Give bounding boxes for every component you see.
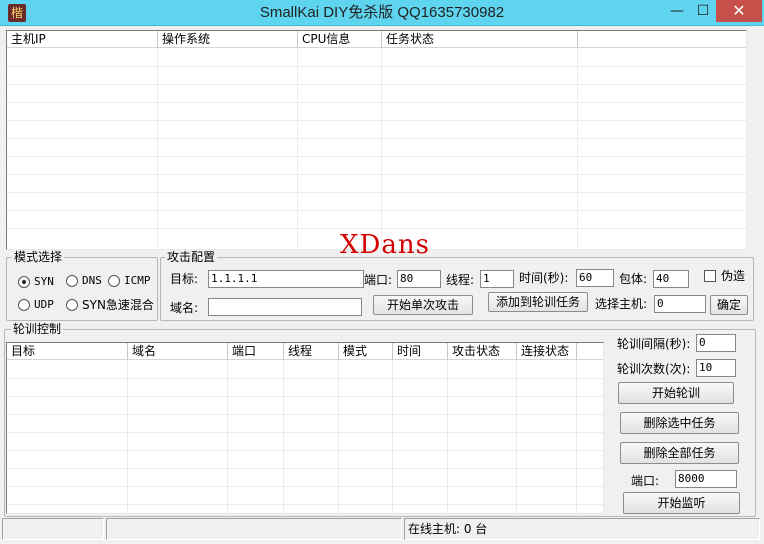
hosts-table[interactable]: 主机IP 操作系统 CPU信息 任务状态	[6, 30, 747, 250]
hosts-table-header: 主机IP 操作系统 CPU信息 任务状态	[7, 31, 746, 48]
rotation-control-title: 轮训控制	[11, 322, 64, 336]
mode-udp-label: UDP	[34, 298, 54, 311]
count-label: 轮训次数(次):	[617, 362, 691, 376]
column-header-connection-status[interactable]: 连接状态	[517, 343, 577, 360]
target-input[interactable]: 1.1.1.1	[208, 270, 364, 288]
threads-label: 线程:	[446, 273, 475, 287]
time-input[interactable]: 60	[576, 269, 614, 287]
column-header-task-status[interactable]: 任务状态	[382, 31, 578, 48]
column-header-cpu[interactable]: CPU信息	[298, 31, 382, 48]
packet-input[interactable]: 40	[653, 270, 689, 288]
start-rotation-button[interactable]: 开始轮训	[618, 382, 734, 404]
interval-input[interactable]: 0	[696, 334, 736, 352]
column-header-threads[interactable]: 线程	[284, 343, 339, 360]
column-header-attack-status[interactable]: 攻击状态	[448, 343, 517, 360]
close-button[interactable]: ✕	[716, 0, 762, 22]
select-host-input[interactable]: 0	[654, 295, 706, 313]
column-header-mode[interactable]: 模式	[339, 343, 393, 360]
mode-select-title: 模式选择	[12, 250, 65, 264]
column-header-time[interactable]: 时间	[393, 343, 448, 360]
column-header-extra[interactable]	[578, 31, 746, 48]
mode-syn-label: SYN	[34, 275, 54, 288]
port-label: 端口:	[364, 273, 393, 287]
mode-icmp-radio[interactable]	[108, 275, 120, 287]
column-header-os[interactable]: 操作系统	[158, 31, 298, 48]
rotation-task-table[interactable]: 目标 域名 端口 线程 模式 时间 攻击状态 连接状态	[6, 342, 604, 514]
single-attack-button[interactable]: 开始单次攻击	[373, 295, 473, 315]
time-label: 时间(秒):	[519, 271, 569, 285]
add-rotation-task-button[interactable]: 添加到轮训任务	[488, 292, 588, 312]
column-header-domain[interactable]: 域名	[128, 343, 228, 360]
mode-dns-label: DNS	[82, 274, 102, 287]
domain-input[interactable]	[208, 298, 362, 316]
minimize-button[interactable]: —	[664, 0, 690, 22]
start-listen-button[interactable]: 开始监听	[623, 492, 740, 514]
packet-label: 包体:	[619, 272, 648, 286]
threads-input[interactable]: 1	[480, 270, 514, 288]
interval-label: 轮训间隔(秒):	[617, 337, 691, 351]
watermark-text: XDans	[340, 230, 430, 260]
mode-syn-mixed-radio[interactable]	[66, 299, 78, 311]
confirm-button[interactable]: 确定	[710, 295, 748, 315]
delete-selected-task-button[interactable]: 删除选中任务	[620, 412, 739, 434]
target-label: 目标:	[170, 272, 199, 286]
window-title: SmallKai DIY免杀版 QQ1635730982	[259, 4, 505, 21]
column-header-host-ip[interactable]: 主机IP	[7, 31, 158, 48]
mode-syn-radio[interactable]	[18, 276, 30, 288]
mode-syn-mixed-label: SYN急速混合	[82, 298, 154, 312]
status-cell-1	[2, 518, 104, 540]
select-host-label: 选择主机:	[595, 297, 648, 311]
maximize-button[interactable]: ☐	[690, 0, 716, 22]
mode-dns-radio[interactable]	[66, 275, 78, 287]
online-hosts-status: 在线主机: 0 台	[404, 518, 760, 540]
mode-udp-radio[interactable]	[18, 299, 30, 311]
rotation-table-header: 目标 域名 端口 线程 模式 时间 攻击状态 连接状态	[7, 343, 603, 360]
count-input[interactable]: 10	[696, 359, 736, 377]
attack-config-title: 攻击配置	[165, 250, 218, 264]
delete-all-tasks-button[interactable]: 删除全部任务	[620, 442, 739, 464]
mode-icmp-label: ICMP	[124, 274, 151, 287]
spoof-label: 伪造	[721, 269, 746, 283]
port-input[interactable]: 80	[397, 270, 441, 288]
listen-port-input[interactable]: 8000	[675, 470, 737, 488]
domain-label: 域名:	[170, 301, 199, 315]
column-header-port[interactable]: 端口	[228, 343, 284, 360]
spoof-checkbox[interactable]	[704, 270, 716, 282]
listen-port-label: 端口:	[631, 474, 660, 488]
column-header-target[interactable]: 目标	[7, 343, 128, 360]
status-cell-2	[106, 518, 402, 540]
